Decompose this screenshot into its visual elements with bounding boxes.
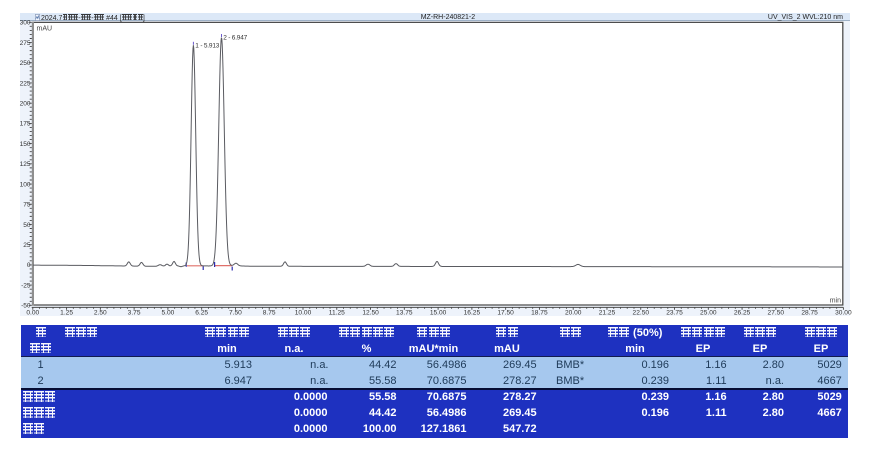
- svg-text:250: 250: [20, 60, 31, 67]
- svg-text:16.25: 16.25: [464, 310, 481, 317]
- svg-text:18.75: 18.75: [531, 310, 548, 317]
- svg-text:175: 175: [20, 121, 31, 128]
- svg-text:8.75: 8.75: [263, 310, 276, 317]
- svg-text:13.75: 13.75: [396, 310, 413, 317]
- svg-text:125: 125: [20, 161, 31, 168]
- svg-text:225: 225: [20, 80, 31, 87]
- svg-text:1.25: 1.25: [60, 310, 73, 317]
- svg-text:22.50: 22.50: [633, 310, 650, 317]
- svg-text:150: 150: [20, 141, 31, 148]
- svg-text:12.50: 12.50: [362, 310, 379, 317]
- svg-text:6.25: 6.25: [195, 310, 208, 317]
- svg-text:17.50: 17.50: [497, 310, 514, 317]
- svg-text:7.50: 7.50: [229, 310, 242, 317]
- svg-text:0.00: 0.00: [26, 310, 39, 317]
- svg-text:25: 25: [23, 242, 31, 249]
- svg-text:0: 0: [27, 262, 31, 269]
- svg-text:26.25: 26.25: [734, 310, 751, 317]
- svg-text:100: 100: [20, 181, 31, 188]
- svg-text:20.00: 20.00: [565, 310, 582, 317]
- svg-text:2 - 6.947: 2 - 6.947: [223, 35, 247, 42]
- svg-text:11.25: 11.25: [329, 310, 345, 317]
- svg-text:1 - 5.913: 1 - 5.913: [195, 42, 219, 49]
- svg-text:28.75: 28.75: [801, 310, 818, 317]
- svg-text:25.00: 25.00: [700, 310, 717, 317]
- svg-text:min: min: [830, 297, 841, 304]
- svg-text:10.00: 10.00: [295, 310, 312, 317]
- svg-text:30.00: 30.00: [835, 310, 852, 317]
- svg-text:275: 275: [20, 40, 31, 47]
- svg-text:5.00: 5.00: [161, 310, 174, 317]
- svg-text:15.00: 15.00: [430, 310, 447, 317]
- svg-text:2.50: 2.50: [94, 310, 107, 317]
- svg-text:50: 50: [23, 222, 31, 229]
- svg-text:23.75: 23.75: [666, 310, 683, 317]
- svg-text:mAU: mAU: [37, 26, 53, 33]
- svg-text:200: 200: [20, 101, 31, 108]
- svg-text:21.25: 21.25: [599, 310, 616, 317]
- svg-text:-25: -25: [21, 282, 31, 289]
- svg-text:-50: -50: [21, 303, 31, 310]
- svg-text:75: 75: [23, 202, 31, 209]
- svg-text:3.75: 3.75: [128, 310, 141, 317]
- svg-text:27.50: 27.50: [768, 310, 785, 317]
